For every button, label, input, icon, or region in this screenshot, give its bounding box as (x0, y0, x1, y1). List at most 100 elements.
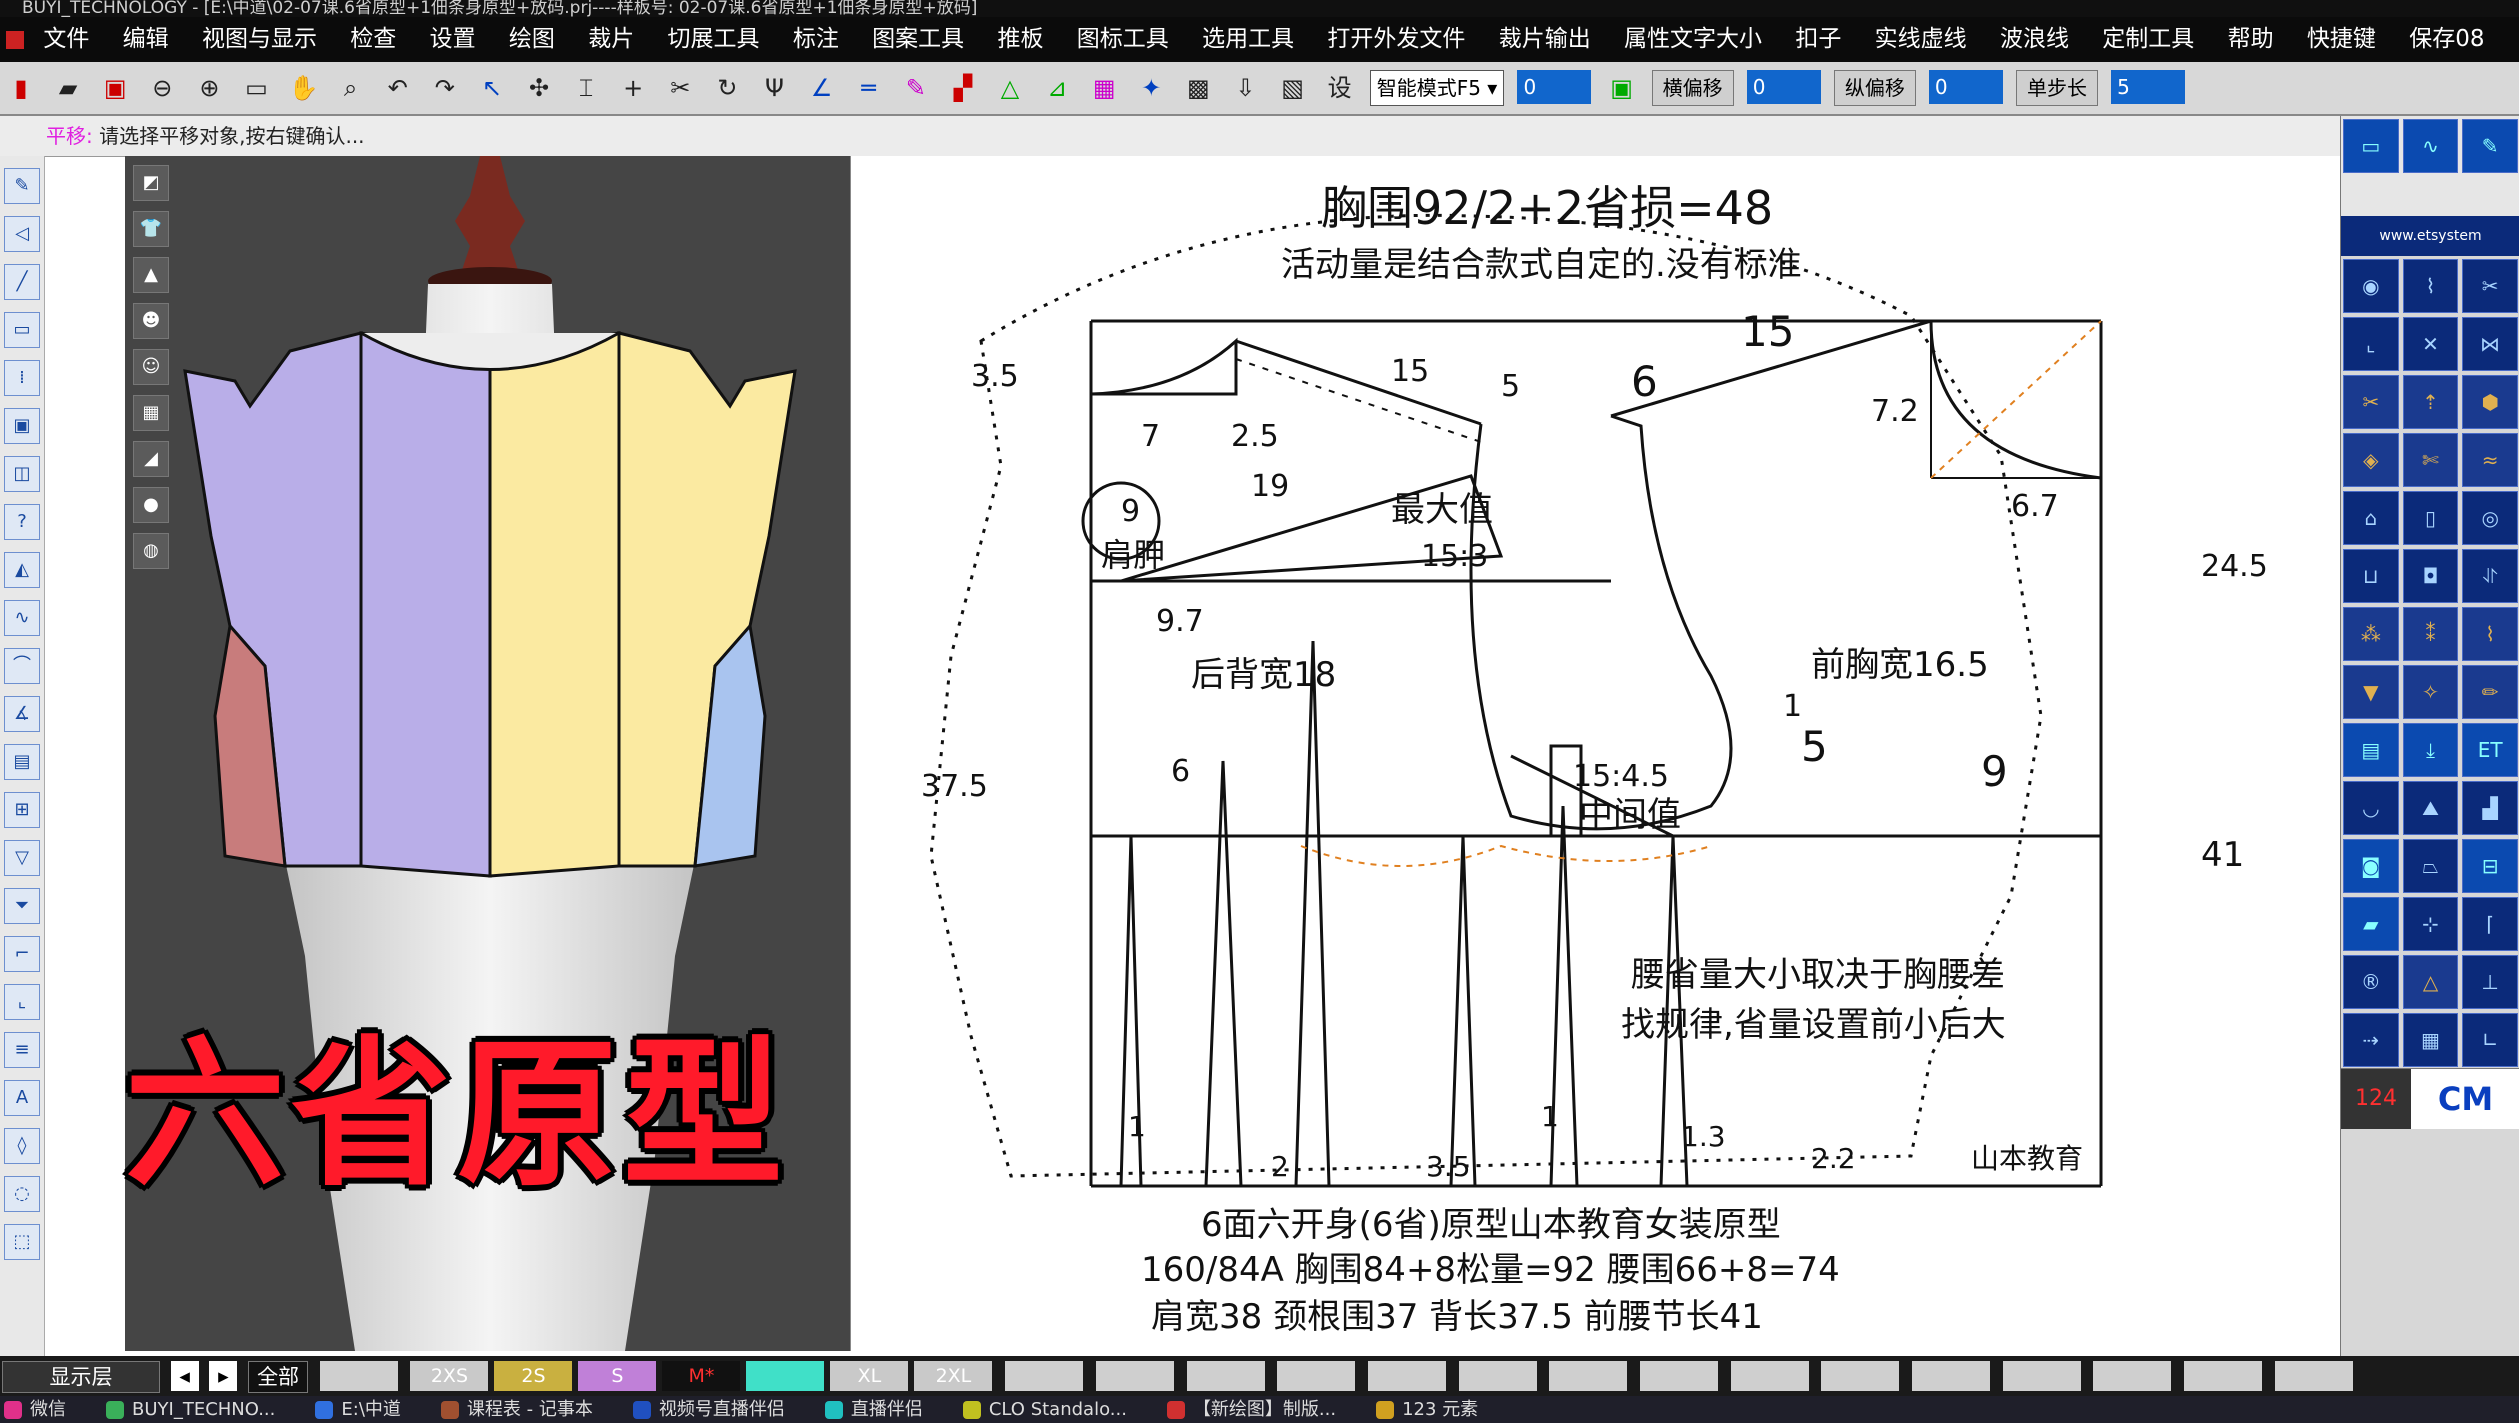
move-icon[interactable]: ✣ (521, 68, 557, 108)
size-slot-empty[interactable] (2093, 1361, 2172, 1391)
taskbar-item[interactable]: 课程表 - 记事本 (437, 1396, 593, 1423)
scissors-box-icon[interactable]: ✄ (2402, 433, 2459, 487)
menu-item[interactable]: 扣子 (1795, 17, 1841, 62)
step-input[interactable]: 5 (2111, 70, 2186, 104)
pin-icon[interactable]: ▼ (2343, 665, 2399, 719)
size-slot-empty[interactable] (1367, 1361, 1446, 1391)
layer-icon[interactable]: ▭ (2343, 119, 2399, 173)
hexagon-icon[interactable]: ⬢ (2462, 375, 2519, 429)
size-slot-empty[interactable] (1458, 1361, 1537, 1391)
save-icon[interactable]: ▣ (97, 68, 133, 108)
select-arrow-icon[interactable]: ↖ (474, 68, 510, 108)
cut-icon[interactable]: ✂ (2343, 375, 2399, 429)
size-slot-empty[interactable] (2274, 1361, 2353, 1391)
download-icon[interactable]: ⤓ (2402, 723, 2459, 777)
menu-item[interactable]: 绘图 (509, 17, 555, 62)
measure-tape-icon[interactable]: ◉ (2343, 259, 2399, 313)
size-slot-empty[interactable] (1186, 1361, 1265, 1391)
angle-line-icon[interactable]: ∠ (804, 68, 840, 108)
menu-item[interactable]: 推板 (997, 17, 1043, 62)
v-offset-input[interactable]: 0 (1928, 70, 2003, 104)
size-slot-empty[interactable] (1277, 1361, 1356, 1391)
grid-cross-icon[interactable]: ⊹ (2402, 897, 2459, 951)
size-slot-empty[interactable] (1730, 1361, 1809, 1391)
menu-item[interactable]: 切展工具 (668, 17, 760, 62)
rotate-icon[interactable]: ↻ (709, 68, 745, 108)
settings-mode-label[interactable]: 设 (1322, 68, 1358, 108)
menu-item[interactable]: 定制工具 (2102, 17, 2194, 62)
taskbar-item[interactable]: 123 元素 (1372, 1396, 1478, 1423)
garment-icon[interactable]: ▲ (133, 257, 169, 293)
layer-display-button[interactable]: 显示层 (2, 1361, 160, 1393)
size-chip[interactable]: 2XS (410, 1361, 489, 1391)
view-front-icon[interactable]: ◩ (133, 165, 169, 201)
symmetry-icon[interactable]: Ψ (757, 68, 793, 108)
curve-icon[interactable]: ∿ (2402, 119, 2459, 173)
fit-screen-icon[interactable]: ▭ (238, 68, 274, 108)
bin-icon[interactable]: ◙ (2343, 839, 2399, 893)
grade-tool-icon[interactable]: ⬚ (4, 1224, 40, 1260)
text-tool-icon[interactable]: A (4, 1080, 40, 1116)
taskbar-item[interactable]: 微信 (0, 1396, 66, 1423)
size-slot-empty[interactable] (1549, 1361, 1628, 1391)
scissors-icon[interactable]: ✂ (662, 68, 698, 108)
menu-item[interactable]: 属性文字大小 (1624, 17, 1762, 62)
pan-hand-icon[interactable]: ✋ (286, 68, 322, 108)
menu-item[interactable]: 编辑 (123, 17, 169, 62)
pencil-icon[interactable]: ✏ (2462, 665, 2519, 719)
menu-item[interactable]: 设置 (430, 17, 476, 62)
hatch-tool-icon[interactable]: ≡ (4, 1032, 40, 1068)
axis-icon[interactable]: ⊥ (2462, 955, 2519, 1009)
arc-tool-icon[interactable]: ⌒ (4, 648, 40, 684)
mode-select[interactable]: 智能模式F5 ▾ (1369, 70, 1505, 106)
fold-icon[interactable]: ⥯ (2462, 549, 2519, 603)
step-tool-icon[interactable]: ⌐ (4, 936, 40, 972)
measure-icon[interactable]: ⊿ (1039, 68, 1075, 108)
redo-icon[interactable]: ↷ (427, 68, 463, 108)
trapezoid-icon[interactable]: ⏢ (2402, 839, 2459, 893)
size-slot-empty[interactable] (1005, 1361, 1084, 1391)
avatar-icon[interactable]: ☺ (133, 349, 169, 385)
h-offset-input[interactable]: 0 (1746, 70, 1821, 104)
block-icon[interactable]: ▧ (1275, 68, 1311, 108)
taskbar-item[interactable]: 直播伴侣 (821, 1396, 923, 1423)
undo-icon[interactable]: ↶ (380, 68, 416, 108)
all-sizes-button[interactable]: 全部 (248, 1361, 309, 1393)
layer-next-button[interactable]: ▸ (209, 1361, 238, 1391)
open-folder-icon[interactable]: ▰ (50, 68, 86, 108)
dart-icon[interactable]: ✦ (1133, 68, 1169, 108)
menu-item[interactable]: 视图与显示 (202, 17, 317, 62)
taskbar-item[interactable]: 【新绘图】制版... (1163, 1396, 1336, 1423)
brush-icon[interactable]: ⌇ (2462, 607, 2519, 661)
table-icon[interactable]: ▦ (2402, 1013, 2459, 1067)
parallel-line-icon[interactable]: ═ (851, 68, 887, 108)
arrow-up-icon[interactable]: ⇡ (2402, 375, 2459, 429)
frame-tool-icon[interactable]: ▣ (4, 408, 40, 444)
corner-icon[interactable]: ⌞ (2343, 317, 2399, 371)
texture-icon[interactable]: ▦ (133, 395, 169, 431)
size-slot-empty[interactable] (1821, 1361, 1900, 1391)
size-slot-empty[interactable] (1912, 1361, 1990, 1391)
cup-icon[interactable]: ◡ (2343, 781, 2399, 835)
menu-item[interactable]: 图案工具 (872, 17, 964, 62)
zoom-out-icon[interactable]: ⊖ (144, 68, 180, 108)
zoom-in-icon[interactable]: ⊕ (191, 68, 227, 108)
menu-item[interactable]: 检查 (350, 17, 396, 62)
bottle-icon[interactable]: ▯ (2402, 491, 2459, 545)
size-chip[interactable]: 2XL (914, 1361, 993, 1391)
ruler-icon[interactable]: ✎ (2462, 119, 2519, 173)
notch-icon[interactable]: ✂ (2462, 259, 2519, 313)
triangle-icon[interactable]: △ (2402, 955, 2459, 1009)
layer-prev-button[interactable]: ◂ (170, 1361, 199, 1391)
size-chip[interactable]: L (746, 1361, 825, 1391)
taskbar-item[interactable]: BUYI_TECHNO... (102, 1396, 275, 1423)
new-file-icon[interactable]: ▮ (3, 68, 39, 108)
size-slot-empty[interactable] (1639, 1361, 1718, 1391)
pattern-icon[interactable]: ⁑ (2402, 607, 2459, 661)
menu-item[interactable]: 标注 (793, 17, 839, 62)
split-icon[interactable]: ⋈ (2462, 317, 2519, 371)
menu-item[interactable]: 选用工具 (1202, 17, 1294, 62)
mountain-icon[interactable]: ⛰ (2402, 781, 2459, 835)
ruler-icon[interactable]: ▞ (945, 68, 981, 108)
cross-icon[interactable]: ✕ (2402, 317, 2459, 371)
